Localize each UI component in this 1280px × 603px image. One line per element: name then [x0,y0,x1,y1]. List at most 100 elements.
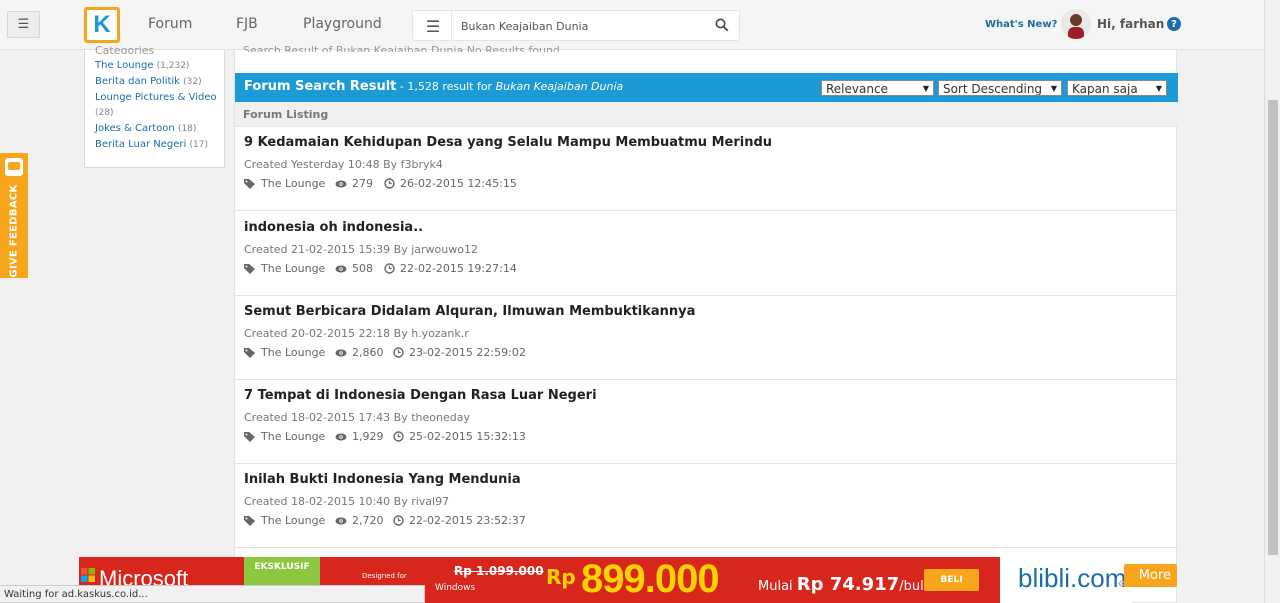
ad-installment-prefix: Mulai [758,579,797,594]
results-title: Forum Search Result - 1,528 result for B… [244,79,623,94]
thread-created-meta: Created 18-02-2015 17:43 By theoneday [244,411,470,424]
category-link[interactable]: Lounge Pictures & Video [95,92,217,103]
category-count: (1,232) [156,61,190,71]
thread-title-link[interactable]: Semut Berbicara Didalam Alquran, Ilmuwan… [244,304,695,319]
thread-row[interactable]: Inilah Bukti Indonesia Yang Mendunia Crea… [235,464,1178,548]
time-select[interactable]: Kapan saja ▼ [1067,80,1167,96]
thread-last-post: 23-02-2015 22:59:02 [393,346,526,359]
category-count: (28) [95,108,114,118]
category-item[interactable]: Jokes & Cartoon (18) [95,121,220,137]
ad-store-logo: blibli.com [1000,557,1132,603]
category-link[interactable]: Berita dan Politik [95,76,180,87]
feedback-icon [5,158,23,176]
scrollbar-thumb[interactable] [1268,100,1278,555]
search-options-icon[interactable]: ☰ [421,16,445,36]
ad-price: 899.000 [581,557,720,601]
main-menu-button[interactable]: ☰ [7,11,40,38]
thread-title-link[interactable]: indonesia oh indonesia.. [244,220,423,235]
results-header: Forum Search Result - 1,528 result for B… [235,73,1178,102]
thread-views: 279 [335,177,373,190]
time-value: Kapan saja [1072,82,1138,96]
kaskus-logo[interactable]: K [84,7,120,43]
thread-category[interactable]: The Lounge [244,346,325,359]
thread-category-label[interactable]: The Lounge [261,262,325,275]
thread-title-link[interactable]: Inilah Bukti Indonesia Yang Mendunia [244,472,521,487]
forum-listing-label: Forum Listing [243,108,329,121]
thread-category-label[interactable]: The Lounge [261,177,325,190]
thread-category-label[interactable]: The Lounge [261,514,325,527]
thread-views-count: 508 [352,262,373,275]
thread-views: 2,860 [335,346,384,359]
page-scrollbar[interactable] [1264,0,1280,603]
help-icon[interactable]: ? [1167,17,1181,31]
ad-designed-for: Designed for [362,572,407,580]
category-list: The Lounge (1,232) Berita dan Politik (3… [95,58,220,153]
user-greeting[interactable]: Hi, farhan [1097,17,1164,31]
thread-views: 2,720 [335,514,384,527]
thread-last-post: 25-02-2015 15:32:13 [393,430,526,443]
ad-old-price: Rp 1.099.000 [454,564,544,578]
thread-category[interactable]: The Lounge [244,514,325,527]
thread-views-count: 2,860 [352,346,384,359]
thread-last-post: 22-02-2015 19:27:14 [384,262,517,275]
search-bar: ☰ [412,10,740,41]
thread-last-post-time: 25-02-2015 15:32:13 [409,430,526,443]
thread-row[interactable]: Semut Berbicara Didalam Alquran, Ilmuwan… [235,296,1178,380]
thread-last-post-time: 23-02-2015 22:59:02 [409,346,526,359]
thread-category[interactable]: The Lounge [244,177,325,190]
whats-new-link[interactable]: What's New? [985,19,1057,30]
chevron-down-icon: ▼ [1050,84,1057,93]
clock-icon [384,263,395,274]
relevance-select[interactable]: Relevance ▼ [821,80,934,96]
search-icon[interactable] [715,18,729,32]
nav-forum-link[interactable]: Forum [148,16,192,32]
thread-last-post-time: 22-02-2015 19:27:14 [400,262,517,275]
nav-playground-link[interactable]: Playground [303,16,382,32]
hamburger-icon: ☰ [17,17,30,32]
more-button[interactable]: More [1124,564,1177,587]
thread-title-link[interactable]: 7 Tempat di Indonesia Dengan Rasa Luar N… [244,388,597,403]
nav-fjb-link[interactable]: FJB [236,16,258,32]
category-item[interactable]: Berita Luar Negeri (17) [95,137,220,153]
thread-created-meta: Created 21-02-2015 15:39 By jarwouwo12 [244,243,478,256]
category-link[interactable]: The Lounge [95,60,153,71]
category-link[interactable]: Jokes & Cartoon [95,123,175,134]
ad-store-name: blibli.com [1018,563,1127,593]
category-link[interactable]: Berita Luar Negeri [95,139,186,150]
clock-icon [384,178,395,189]
thread-title-link[interactable]: 9 Kedamaian Kehidupan Desa yang Selalu M… [244,135,772,150]
tag-icon [244,348,255,358]
thread-created-meta: Created 20-02-2015 22:18 By h.yozank.r [244,327,469,340]
category-item[interactable]: The Lounge (1,232) [95,58,220,74]
thread-category[interactable]: The Lounge [244,430,325,443]
thread-views-count: 279 [352,177,373,190]
thread-views: 508 [335,262,373,275]
categories-panel: Categories The Lounge (1,232) Berita dan… [84,44,225,168]
thread-category-label[interactable]: The Lounge [261,346,325,359]
categories-heading: Categories [95,44,155,54]
thread-views-count: 2,720 [352,514,384,527]
thread-row[interactable]: 7 Tempat di Indonesia Dengan Rasa Luar N… [235,380,1178,464]
forum-listing-header: Forum Listing [235,102,1178,127]
thread-row[interactable]: 9 Kedamaian Kehidupan Desa yang Selalu M… [235,127,1178,211]
thread-row[interactable]: indonesia oh indonesia.. Created 21-02-20… [235,212,1178,296]
search-divider [451,11,452,40]
ad-buy-button[interactable]: BELI [924,569,979,591]
category-item[interactable]: Berita dan Politik (32) [95,74,220,90]
clock-icon [393,431,404,442]
views-icon [335,517,347,524]
views-icon [335,349,347,356]
tag-icon [244,264,255,274]
avatar[interactable] [1061,9,1091,39]
thread-category[interactable]: The Lounge [244,262,325,275]
thread-category-label[interactable]: The Lounge [261,430,325,443]
give-feedback-tab[interactable]: GIVE FEEDBACK [0,153,28,278]
sort-select[interactable]: Sort Descending ▼ [938,80,1062,96]
tag-icon [244,516,255,526]
results-query: Bukan Keajaiban Dunia [495,80,624,93]
views-icon [335,433,347,440]
search-results-panel: Search Result of Bukan Keajaiban Dunia N… [234,44,1178,603]
search-input[interactable] [461,15,701,37]
category-item[interactable]: Lounge Pictures & Video (28) [95,90,220,121]
clock-icon [393,515,404,526]
